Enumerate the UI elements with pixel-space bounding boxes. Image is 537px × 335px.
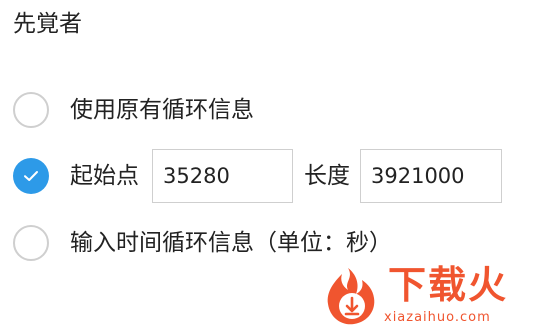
check-icon [24,171,38,181]
watermark-url: xiazaihuo.com [384,310,491,325]
option-label: 起始点 [70,163,139,189]
page-title: 先覚者 [13,11,82,37]
option-label: 使用原有循环信息 [70,97,254,123]
option-label: 输入时间循环信息（单位：秒） [70,230,392,256]
radio-checked-icon[interactable] [13,158,49,194]
option-use-existing-loop[interactable]: 使用原有循环信息 [13,90,254,130]
start-point-input[interactable] [152,149,293,203]
radio-unchecked-icon[interactable] [13,225,49,261]
radio-unchecked-icon[interactable] [13,92,49,128]
option-input-time-loop[interactable]: 输入时间循环信息（单位：秒） [13,223,392,263]
flame-download-icon [327,268,375,325]
option-start-point[interactable]: 起始点 长度 [13,149,502,203]
length-input[interactable] [360,149,502,203]
watermark-brand: 下载火 [388,263,509,307]
length-label: 长度 [304,163,350,189]
loop-settings-panel: 先覚者 使用原有循环信息 起始点 长度 输入时间循环信息（单位：秒） 下载火 x… [0,0,537,335]
watermark: 下载火 xiazaihuo.com [318,262,534,332]
